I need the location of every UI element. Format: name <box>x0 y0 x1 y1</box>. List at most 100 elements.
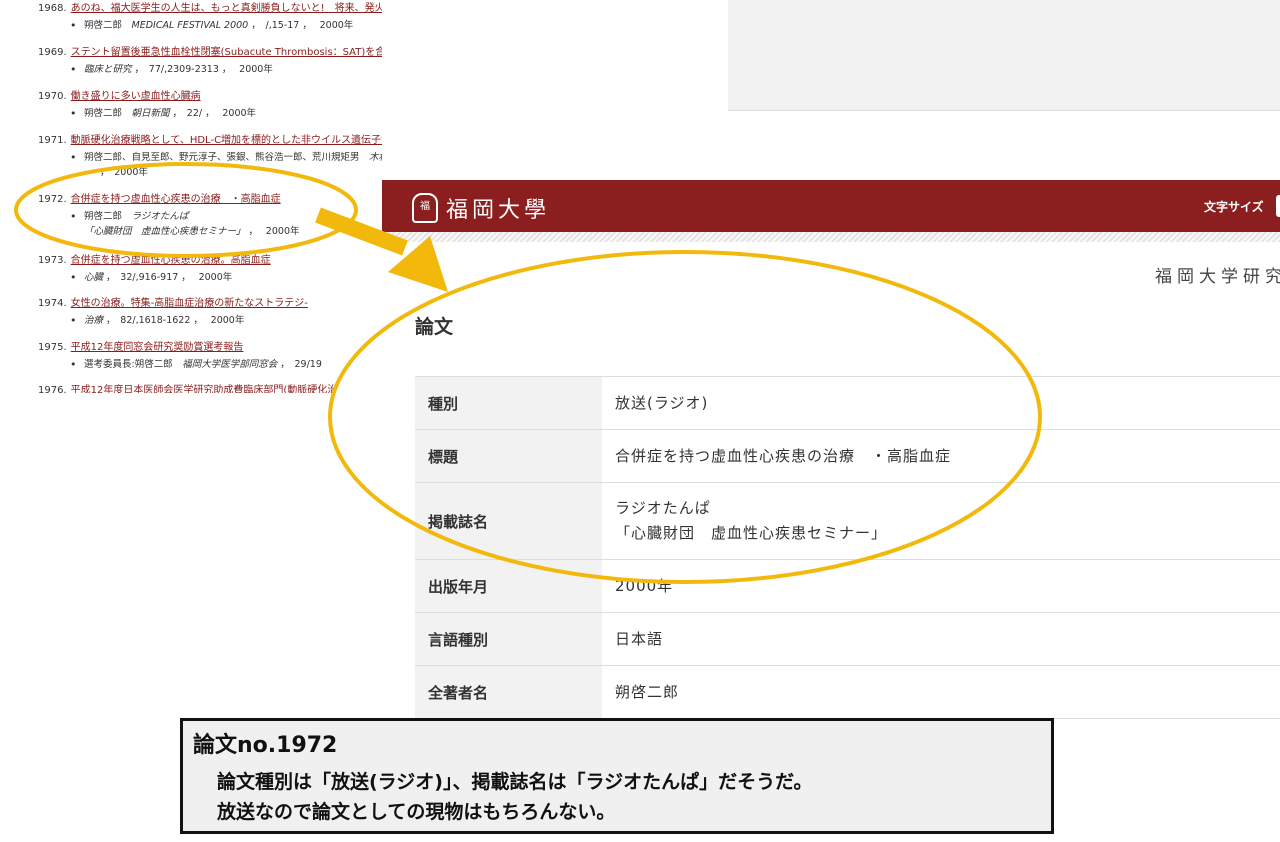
meta-post: ， 2000年 <box>100 167 148 178</box>
annotation-line-2: 放送なので論文としての現物はもちろんない。 <box>217 801 616 823</box>
meta-em: MEDICAL FESTIVAL 2000 <box>131 20 249 31</box>
list-item-number: 1972. <box>38 194 67 205</box>
detail-row-label: 標題 <box>428 448 459 466</box>
list-item-number: 1971. <box>38 135 67 146</box>
detail-row-value: 日本語 <box>615 629 664 648</box>
meta-em: 朝日新聞 <box>131 108 170 119</box>
font-size-button[interactable] <box>1276 195 1280 217</box>
detail-row: 掲載誌名 ラジオたんぱ 「心臓財団 虚血性心疾患セミナー」 <box>415 483 1280 560</box>
list-item-meta: • 臨床と研究 ， 77/,2309-2313 ， 2000年 <box>70 63 273 76</box>
annotation-line-1: 論文種別は「放送(ラジオ)」、掲載誌名は「ラジオたんぱ」だそうだ。 <box>217 771 813 793</box>
list-item-meta: • 心臓 ， 32/,916-917 ， 2000年 <box>70 271 233 284</box>
list-item-title-link[interactable]: ステント留置後亜急性血栓性閉塞(Subacute Thrombosis：SAT)… <box>71 47 382 58</box>
list-item: 1973. 合併症を持つ虚血性心疾患の治療。高脂血症 <box>38 254 271 267</box>
list-item-meta: ， 2000年 <box>100 166 148 179</box>
list-item-meta: • 朔啓二郎 MEDICAL FESTIVAL 2000 ， /,15-17 ， … <box>70 19 353 32</box>
meta-em: 木村記念循環器財団研究助成研究成果報告書 <box>369 152 382 163</box>
list-item: 1969. ステント留置後亜急性血栓性閉塞(Subacute Thrombosis… <box>38 46 382 59</box>
list-item-meta: • 朔啓二郎、自見至郎、野元淳子、張銀、熊谷浩一郎、荒川規矩男 木村記念循環器財団… <box>70 151 382 164</box>
detail-row-label: 種別 <box>428 395 459 413</box>
annotation-box: 論文no.1972 論文種別は「放送(ラジオ)」、掲載誌名は「ラジオたんぱ」だそ… <box>180 718 1054 834</box>
list-item-title-link[interactable]: 働き盛りに多い虚血性心臓病 <box>71 91 201 102</box>
meta-em: ラジオたんぱ <box>131 211 189 222</box>
list-item-number: 1969. <box>38 47 67 58</box>
background-panel <box>728 0 1280 111</box>
detail-table: 種別 放送(ラジオ) 標題 合併症を持つ虚血性心疾患の治療 ・高脂血症掲載誌名 ラジオた… <box>415 376 1280 719</box>
bullet-icon: • <box>70 107 77 120</box>
list-item-number: 1973. <box>38 255 67 266</box>
meta-post: ， 77/,2309-2313 ， 2000年 <box>131 64 273 75</box>
detail-row-label: 出版年月 <box>428 578 489 596</box>
list-item-title-link[interactable]: 平成12年度日本医師会医学研究助成費臨床部門(動脈硬化治 <box>71 385 338 393</box>
meta-em: 治療 <box>84 315 104 326</box>
meta-pre: 朔啓二郎 <box>84 108 132 119</box>
list-item-meta: 「心臓財団 虚血性心疾患セミナー」 ， 2000年 <box>84 225 299 238</box>
meta-post: ， 22/ ， 2000年 <box>169 108 257 119</box>
header-stripe <box>382 232 1280 242</box>
list-item-title-link[interactable]: 合併症を持つ虚血性心疾患の治療 ・高脂血症 <box>71 194 281 205</box>
paper-detail-window: 福福岡大學 文字サイズ 福岡大学研究 論文 種別 放送(ラジオ) 標題 合併症を持つ虚… <box>382 180 1280 719</box>
meta-pre: 選考委員長:朔啓二郎 <box>84 359 183 370</box>
list-item-number: 1968. <box>38 3 67 14</box>
detail-row: 標題 合併症を持つ虚血性心疾患の治療 ・高脂血症 <box>415 430 1280 483</box>
font-size-label: 文字サイズ <box>1204 200 1264 214</box>
list-item-meta: • 朔啓二郎 ラジオたんぱ <box>70 210 189 223</box>
list-item-number: 1970. <box>38 91 67 102</box>
bullet-icon: • <box>70 358 77 371</box>
logo-text: 福岡大學 <box>446 198 551 223</box>
meta-em: 臨床と研究 <box>84 64 132 75</box>
bullet-icon: • <box>70 314 77 327</box>
list-item-meta: • 朔啓二郎 朝日新聞 ， 22/ ， 2000年 <box>70 107 257 120</box>
bullet-icon: • <box>70 210 77 223</box>
list-item: 1970. 働き盛りに多い虚血性心臓病 <box>38 90 201 103</box>
detail-row-value: 2000年 <box>615 576 674 595</box>
meta-post: ， 29/19 <box>277 359 322 370</box>
list-item-title-link[interactable]: あのね、福大医学生の人生は、もっと真剣勝負しないと! 将来、発火するためにね <box>71 3 382 14</box>
meta-em: 福岡大学医学部同窓会 <box>182 359 278 370</box>
detail-row-value: 放送(ラジオ) <box>615 393 709 412</box>
detail-row-label: 掲載誌名 <box>428 513 489 531</box>
meta-em: 「心臓財団 虚血性心疾患セミナー」 <box>84 226 246 237</box>
meta-pre: 朔啓二郎 <box>84 211 132 222</box>
detail-row: 出版年月 2000年 <box>415 560 1280 613</box>
university-seal-icon: 福 <box>412 193 438 223</box>
detail-row-value: ラジオたんぱ 「心臓財団 虚血性心疾患セミナー」 <box>615 499 888 542</box>
detail-row-label: 全著者名 <box>428 684 489 702</box>
list-item-meta: • 治療 ， 82/,1618-1622 ， 2000年 <box>70 314 245 327</box>
detail-row-value: 朔啓二郎 <box>615 682 680 701</box>
bullet-icon: • <box>70 63 77 76</box>
list-item-title-link[interactable]: 合併症を持つ虚血性心疾患の治療。高脂血症 <box>71 255 271 266</box>
meta-em: 心臓 <box>84 272 104 283</box>
list-item-title-link[interactable]: 平成12年度同窓会研究奨励賞選考報告 <box>71 342 244 353</box>
university-logo[interactable]: 福福岡大學 <box>412 192 550 226</box>
list-item: 1974. 女性の治療。特集-高脂血症治療の新たなストラテジ- <box>38 297 308 310</box>
list-item-number: 1974. <box>38 298 67 309</box>
meta-post: ， 2000年 <box>245 226 300 237</box>
meta-pre: 朔啓二郎、自見至郎、野元淳子、張銀、熊谷浩一郎、荒川規矩男 <box>84 152 370 163</box>
meta-post: ， 32/,916-917 ， 2000年 <box>103 272 233 283</box>
list-item-title-link[interactable]: 動脈硬化治療戦略として、HDL-C増加を標的とした非ウイルス遺伝子治療法の研究 <box>71 135 382 146</box>
detail-row: 種別 放送(ラジオ) <box>415 377 1280 430</box>
meta-post: ， 82/,1618-1622 ， 2000年 <box>103 315 245 326</box>
meta-pre: 朔啓二郎 <box>84 20 132 31</box>
detail-row: 全著者名 朔啓二郎 <box>415 666 1280 719</box>
site-header: 福福岡大學 文字サイズ <box>382 180 1280 232</box>
list-item: 1971. 動脈硬化治療戦略として、HDL-C増加を標的とした非ウイルス遺伝子治療… <box>38 134 382 147</box>
detail-row-value: 合併症を持つ虚血性心疾患の治療 ・高脂血症 <box>615 446 952 465</box>
detail-row: 言語種別 日本語 <box>415 613 1280 666</box>
bullet-icon: • <box>70 271 77 284</box>
list-item: 1976. 平成12年度日本医師会医学研究助成費臨床部門(動脈硬化治 <box>38 384 337 393</box>
list-item-meta: • 選考委員長:朔啓二郎 福岡大学医学部同窓会 ， 29/19 <box>70 358 322 371</box>
annotation-title: 論文no.1972 <box>193 733 338 758</box>
list-item-number: 1976. <box>38 385 67 393</box>
list-item: 1975. 平成12年度同窓会研究奨励賞選考報告 <box>38 341 243 354</box>
list-item: 1972. 合併症を持つ虚血性心疾患の治療 ・高脂血症 <box>38 193 281 206</box>
site-title: 福岡大学研究 <box>1155 267 1280 287</box>
list-item-title-link[interactable]: 女性の治療。特集-高脂血症治療の新たなストラテジ- <box>71 298 308 309</box>
page-heading: 論文 <box>415 316 454 338</box>
list-item-number: 1975. <box>38 342 67 353</box>
bullet-icon: • <box>70 19 77 32</box>
detail-row-label: 言語種別 <box>428 631 489 649</box>
list-item: 1968. あのね、福大医学生の人生は、もっと真剣勝負しないと! 将来、発火するた… <box>38 2 382 15</box>
publication-list: 1968. あのね、福大医学生の人生は、もっと真剣勝負しないと! 将来、発火するた… <box>0 0 382 393</box>
